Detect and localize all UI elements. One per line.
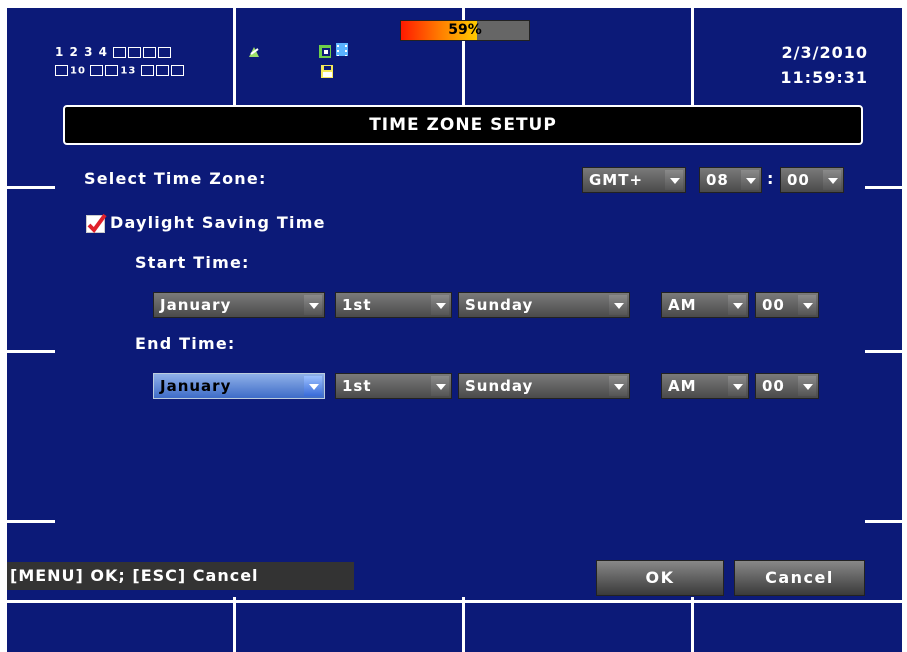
chevron-down-icon — [609, 295, 627, 315]
time-display: 11:59:31 — [780, 68, 868, 87]
end-day-dropdown[interactable]: Sunday — [458, 373, 630, 399]
dialog-title-bar: TIME ZONE SETUP — [63, 105, 863, 145]
grid-line — [7, 350, 57, 353]
disk-usage-bar: 59% — [400, 20, 530, 41]
start-day-value: Sunday — [465, 296, 534, 314]
channel-empty-icon — [90, 65, 104, 76]
chevron-down-icon — [823, 170, 841, 190]
channel-1: 1 — [55, 45, 65, 59]
end-hour-dropdown[interactable]: 00 — [755, 373, 819, 399]
time-zone-dialog: TIME ZONE SETUP Select Time Zone: GMT+ 0… — [55, 105, 865, 597]
dvr-screen: 1 2 3 4 10 13 59% 2/3/2010 11:59:31 TIME… — [7, 8, 902, 652]
checkmark-icon — [87, 213, 107, 233]
channel-empty-icon — [128, 47, 142, 58]
channel-indicator-row2: 10 13 — [55, 65, 186, 77]
chevron-down-icon — [431, 376, 449, 396]
film-icon — [336, 43, 348, 56]
start-ampm-value: AM — [668, 296, 697, 314]
end-month-dropdown[interactable]: January — [153, 373, 325, 399]
channel-empty-icon — [158, 47, 172, 58]
channel-3: 3 — [84, 45, 94, 59]
network-icon — [247, 45, 259, 58]
ok-button[interactable]: OK — [596, 560, 724, 596]
end-week-value: 1st — [342, 377, 372, 395]
gmt-minutes-value: 00 — [787, 171, 810, 189]
channel-empty-icon — [105, 65, 119, 76]
chevron-down-icon — [728, 295, 746, 315]
dst-checkbox[interactable] — [86, 213, 107, 233]
start-hour-value: 00 — [762, 296, 785, 314]
start-day-dropdown[interactable]: Sunday — [458, 292, 630, 318]
start-week-dropdown[interactable]: 1st — [335, 292, 452, 318]
gmt-minutes-dropdown[interactable]: 00 — [780, 167, 844, 193]
grid-line — [862, 186, 902, 189]
end-month-value: January — [160, 377, 232, 395]
chevron-down-icon — [665, 170, 683, 190]
channel-empty-icon — [155, 65, 169, 76]
end-week-dropdown[interactable]: 1st — [335, 373, 452, 399]
end-time-label: End Time: — [135, 334, 236, 353]
gmt-hours-value: 08 — [706, 171, 729, 189]
chevron-down-icon — [798, 376, 816, 396]
cancel-button[interactable]: Cancel — [734, 560, 865, 596]
end-hour-value: 00 — [762, 377, 785, 395]
key-hint-text: [MENU] OK; [ESC] Cancel — [7, 562, 354, 590]
channel-indicator-row1: 1 2 3 4 — [55, 45, 173, 59]
chevron-down-icon — [741, 170, 759, 190]
start-ampm-dropdown[interactable]: AM — [661, 292, 749, 318]
channel-10: 10 — [70, 65, 86, 77]
end-ampm-dropdown[interactable]: AM — [661, 373, 749, 399]
grid-line — [7, 600, 902, 603]
channel-4: 4 — [98, 45, 108, 59]
dst-label: Daylight Saving Time — [110, 213, 326, 232]
grid-line — [862, 350, 902, 353]
date-display: 2/3/2010 — [781, 43, 868, 62]
end-ampm-value: AM — [668, 377, 697, 395]
channel-empty-icon — [140, 65, 154, 76]
gmt-sign-value: GMT+ — [589, 171, 644, 189]
start-month-dropdown[interactable]: January — [153, 292, 325, 318]
grid-line — [7, 520, 57, 523]
chevron-down-icon — [728, 376, 746, 396]
save-disk-icon — [321, 65, 333, 78]
channel-empty-icon — [113, 47, 127, 58]
chevron-down-icon — [304, 295, 322, 315]
dialog-title: TIME ZONE SETUP — [369, 115, 557, 135]
disk-usage-text: 59% — [448, 22, 482, 38]
end-day-value: Sunday — [465, 377, 534, 395]
select-time-zone-label: Select Time Zone: — [84, 169, 267, 188]
channel-2: 2 — [69, 45, 79, 59]
channel-13: 13 — [120, 65, 137, 77]
gmt-separator: : — [767, 169, 774, 188]
channel-empty-icon — [170, 65, 184, 76]
start-week-value: 1st — [342, 296, 372, 314]
start-time-label: Start Time: — [135, 253, 250, 272]
start-hour-dropdown[interactable]: 00 — [755, 292, 819, 318]
usb-icon — [319, 45, 331, 58]
channel-empty-icon — [55, 65, 68, 76]
gmt-sign-dropdown[interactable]: GMT+ — [582, 167, 686, 193]
grid-line — [862, 520, 902, 523]
chevron-down-icon — [798, 295, 816, 315]
chevron-down-icon — [431, 295, 449, 315]
chevron-down-icon — [304, 376, 322, 396]
grid-line — [7, 186, 57, 189]
gmt-hours-dropdown[interactable]: 08 — [699, 167, 762, 193]
chevron-down-icon — [609, 376, 627, 396]
channel-empty-icon — [143, 47, 157, 58]
start-month-value: January — [160, 296, 232, 314]
